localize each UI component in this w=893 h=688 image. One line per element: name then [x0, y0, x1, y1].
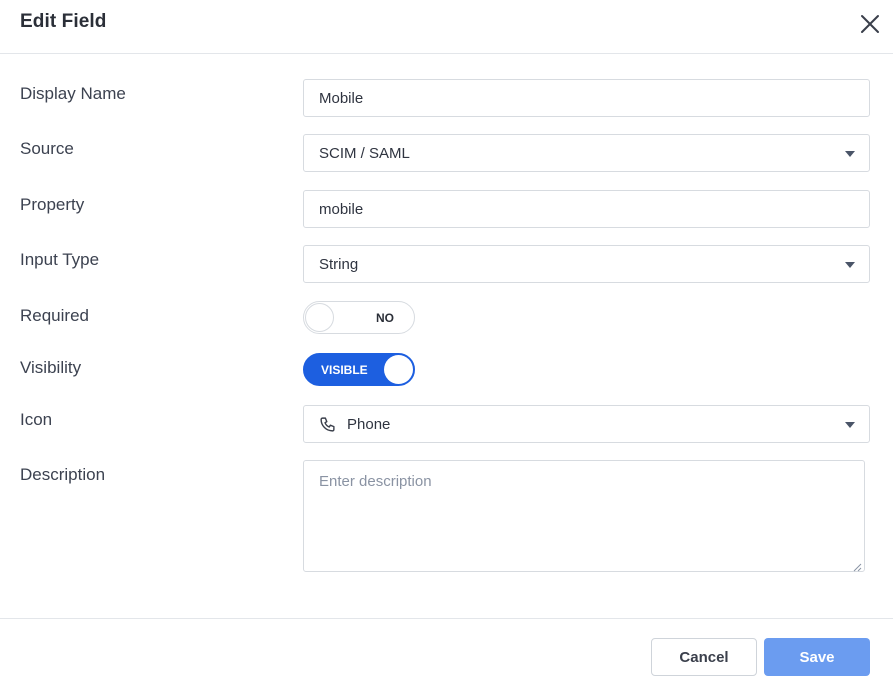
property-input[interactable]: mobile	[303, 190, 870, 228]
property-label: Property	[20, 195, 85, 214]
display-name-input[interactable]: Mobile	[303, 79, 870, 117]
edit-field-modal: Edit Field Display Name Mobile Source SC…	[0, 0, 893, 688]
property-value: mobile	[319, 201, 364, 218]
input-type-label: Input Type	[20, 250, 100, 269]
display-name-value: Mobile	[319, 90, 364, 107]
chevron-down-icon	[845, 422, 855, 428]
visibility-label: Visibility	[20, 358, 82, 377]
source-label: Source	[20, 139, 74, 158]
display-name-label: Display Name	[20, 84, 126, 103]
required-toggle[interactable]: NO	[303, 301, 415, 334]
input-type-select[interactable]: String	[303, 245, 870, 283]
visibility-toggle[interactable]: VISIBLE	[303, 353, 415, 386]
chevron-down-icon	[845, 151, 855, 157]
modal-header: Edit Field	[0, 0, 893, 54]
modal-footer: Cancel Save	[0, 618, 893, 688]
cancel-button[interactable]: Cancel	[651, 638, 757, 676]
icon-label: Icon	[20, 410, 53, 429]
description-label: Description	[20, 465, 106, 484]
phone-icon	[319, 416, 336, 433]
modal-title: Edit Field	[20, 11, 107, 32]
icon-select[interactable]: Phone	[303, 405, 870, 443]
source-select[interactable]: SCIM / SAML	[303, 134, 870, 172]
icon-value: Phone	[347, 416, 391, 433]
toggle-knob	[384, 355, 413, 384]
save-button[interactable]: Save	[764, 638, 870, 676]
resize-handle-icon[interactable]	[852, 559, 862, 572]
required-toggle-label: NO	[376, 311, 394, 325]
required-label: Required	[20, 306, 89, 325]
chevron-down-icon	[845, 262, 855, 268]
close-icon[interactable]	[858, 12, 882, 36]
visibility-toggle-label: VISIBLE	[321, 363, 368, 377]
toggle-knob	[305, 303, 334, 332]
description-placeholder: Enter description	[319, 473, 432, 490]
description-textarea[interactable]: Enter description	[303, 460, 865, 572]
source-value: SCIM / SAML	[319, 145, 410, 162]
input-type-value: String	[319, 256, 359, 273]
